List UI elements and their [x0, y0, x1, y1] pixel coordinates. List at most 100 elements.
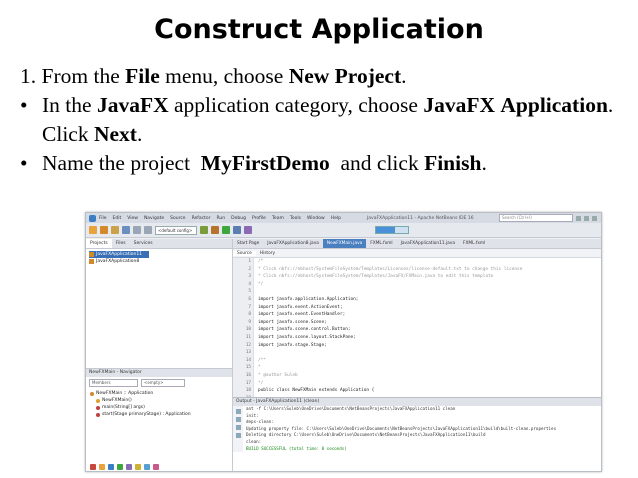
list-item[interactable]: main(String[] args)	[90, 404, 228, 411]
code-line[interactable]: import javafx.scene.Scene;	[258, 319, 522, 327]
tab-javafxapplication11[interactable]: JavaFXApplication11.java	[397, 239, 459, 248]
menu-view[interactable]: View	[127, 216, 138, 221]
line-number: 17	[245, 380, 251, 386]
tab-projects[interactable]: Projects	[86, 239, 112, 248]
minimize-icon[interactable]	[576, 215, 581, 221]
save-all-icon[interactable]	[122, 226, 130, 234]
line-number: 6	[248, 296, 251, 302]
code-line[interactable]: import javafx.event.ActionEvent;	[258, 304, 522, 312]
step-1-mid: menu, choose	[159, 64, 289, 88]
tree-item[interactable]: JavaFXApplication11	[89, 251, 149, 258]
app-icon[interactable]	[90, 464, 96, 470]
tab-services[interactable]: Services	[130, 241, 157, 246]
search-input[interactable]: Search (Ctrl+I)	[499, 214, 573, 222]
navigator-panel: NewFXMain - Navigator Members <empty> Ne…	[86, 368, 232, 471]
code-lines[interactable]: /* * Click nbfs://nbhost/SystemFileSyste…	[254, 258, 523, 417]
list-item[interactable]: NewFXMain()	[90, 397, 228, 404]
tab-fxml-2[interactable]: FXML.fxml	[459, 239, 489, 248]
menu-run[interactable]: Run	[216, 216, 225, 221]
new-project-icon[interactable]	[100, 226, 108, 234]
new-file-icon[interactable]	[89, 226, 97, 234]
rerun-icon[interactable]	[235, 409, 241, 414]
menu-tools[interactable]: Tools	[290, 216, 301, 221]
app-icon[interactable]	[108, 464, 114, 470]
open-project-icon[interactable]	[111, 226, 119, 234]
editor-view-toggle: Source History	[233, 249, 601, 258]
menu-profile[interactable]: Profile	[252, 216, 266, 221]
tab-javafxapplication8[interactable]: JavaFXApplication8.java	[263, 239, 323, 248]
menu-source[interactable]: Source	[170, 216, 185, 221]
tab-newfxmain[interactable]: NewFXMain.java	[322, 239, 367, 248]
code-line[interactable]: */	[258, 281, 522, 289]
code-area[interactable]: 123456789101112131415161718192021 /* * C…	[233, 258, 601, 418]
menu-window[interactable]: Window	[307, 216, 325, 221]
tab-fxml[interactable]: FXML.fxml	[366, 239, 396, 248]
empty-select[interactable]: <empty>	[141, 379, 185, 387]
app-icon[interactable]	[126, 464, 132, 470]
line-number: 5	[248, 289, 251, 295]
code-line[interactable]: * Click nbfs://nbhost/SystemFileSystem/T…	[258, 266, 522, 274]
app-icon[interactable]	[144, 464, 150, 470]
build-icon[interactable]	[200, 226, 208, 234]
code-line[interactable]: import javafx.event.EventHandler;	[258, 311, 522, 319]
clean-build-icon[interactable]	[211, 226, 219, 234]
line-number: 8	[248, 312, 251, 318]
line-number: 3	[248, 274, 251, 280]
app-icon[interactable]	[135, 464, 141, 470]
code-line[interactable]	[258, 349, 522, 357]
code-line[interactable]: */	[258, 380, 522, 388]
code-line[interactable]: * Click nbfs://nbhost/SystemFileSystem/T…	[258, 273, 522, 281]
line-number: 11	[245, 334, 251, 340]
history-view-button[interactable]: History	[256, 251, 279, 256]
code-line[interactable]: import javafx.scene.control.Button;	[258, 326, 522, 334]
close-icon[interactable]	[592, 215, 597, 221]
menu-debug[interactable]: Debug	[231, 216, 246, 221]
code-line[interactable]: * @author Suleb	[258, 372, 522, 380]
code-line[interactable]: import javafx.scene.layout.StackPane;	[258, 334, 522, 342]
tab-files[interactable]: Files	[112, 241, 130, 246]
code-line[interactable]: public class NewFXMain extends Applicati…	[258, 387, 522, 395]
tab-start-page[interactable]: Start Page	[233, 239, 263, 248]
profile-icon[interactable]	[244, 226, 252, 234]
ide-screenshot: File Edit View Navigate Source Refactor Run Deb…	[85, 212, 602, 472]
list-item-label: main(String[] args)	[102, 405, 145, 410]
code-line[interactable]	[258, 288, 522, 296]
memory-bar[interactable]	[375, 226, 409, 234]
code-line[interactable]: *	[258, 364, 522, 372]
members-select[interactable]: Members	[89, 379, 138, 387]
settings-icon[interactable]	[235, 433, 241, 438]
output-line: BUILD SUCCESSFUL (total time: 0 seconds)	[246, 445, 347, 451]
menu-edit[interactable]: Edit	[113, 216, 122, 221]
step-3-pre: Name the project	[42, 151, 201, 175]
undo-icon[interactable]	[133, 226, 141, 234]
redo-icon[interactable]	[144, 226, 152, 234]
debug-icon[interactable]	[233, 226, 241, 234]
list-item[interactable]: start(Stage primaryStage) : Application	[90, 411, 228, 418]
maximize-icon[interactable]	[584, 215, 589, 221]
app-icon[interactable]	[117, 464, 123, 470]
menu-navigate[interactable]: Navigate	[144, 216, 164, 221]
menu-help[interactable]: Help	[331, 216, 341, 221]
list-item[interactable]: NewFXMain :: Application	[90, 390, 228, 397]
code-line[interactable]: import javafx.application.Application;	[258, 296, 522, 304]
app-icon[interactable]	[99, 464, 105, 470]
clear-icon[interactable]	[235, 425, 241, 430]
code-line[interactable]: /*	[258, 258, 522, 266]
menu-file[interactable]: File	[99, 216, 107, 221]
line-number: 2	[248, 266, 251, 272]
menu-refactor[interactable]: Refactor	[192, 216, 211, 221]
new-project-name: New Project	[288, 64, 402, 88]
output-line: deps-clean:	[246, 419, 274, 425]
stop-icon[interactable]	[235, 417, 241, 422]
run-icon[interactable]	[222, 226, 230, 234]
config-select[interactable]: <default config>	[155, 225, 197, 235]
step-3: • Name the project MyFirstDemo and click…	[20, 149, 625, 178]
source-view-button[interactable]: Source	[233, 250, 256, 256]
output-title[interactable]: Output - JavaFXApplication11 (clean)	[233, 398, 601, 406]
code-line[interactable]: import javafx.stage.Stage;	[258, 342, 522, 350]
code-line[interactable]: /**	[258, 357, 522, 365]
app-icon[interactable]	[153, 464, 159, 470]
tree-item[interactable]: JavaFXApplication8	[89, 258, 229, 265]
menu-team[interactable]: Team	[272, 216, 284, 221]
line-number: 1	[248, 259, 251, 264]
